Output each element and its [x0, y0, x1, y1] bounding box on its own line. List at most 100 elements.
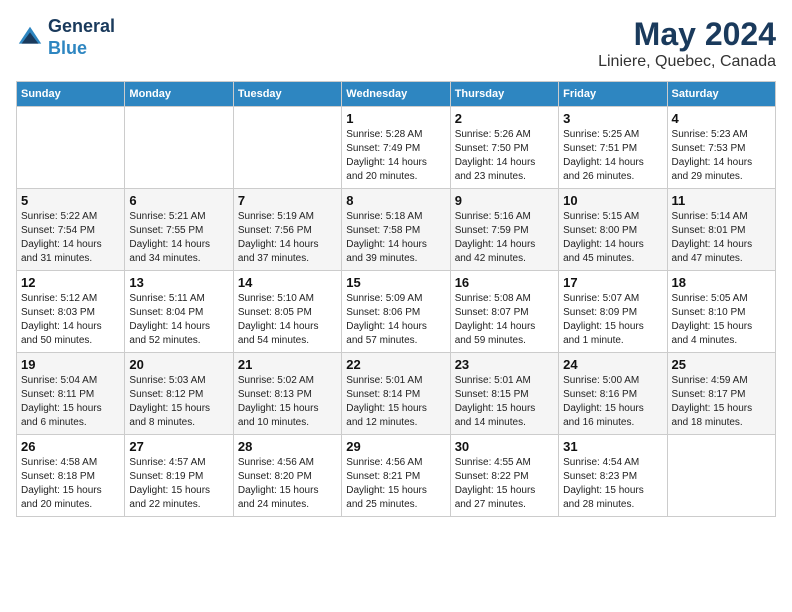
calendar-week-row: 26Sunrise: 4:58 AMSunset: 8:18 PMDayligh…	[17, 435, 776, 517]
calendar-table: SundayMondayTuesdayWednesdayThursdayFrid…	[16, 81, 776, 517]
calendar-cell: 8 Sunrise: 5:18 AMSunset: 7:58 PMDaylight…	[342, 189, 450, 271]
weekday-header-row: SundayMondayTuesdayWednesdayThursdayFrid…	[17, 82, 776, 107]
day-number: 26	[21, 439, 120, 454]
day-detail: Sunrise: 5:19 AMSunset: 7:56 PMDaylight:…	[238, 210, 337, 266]
day-number: 7	[238, 193, 337, 208]
calendar-cell: 15Sunrise: 5:09 AMSunset: 8:06 PMDayligh…	[342, 271, 450, 353]
calendar-cell: 24 Sunrise: 5:00 AMSunset: 8:16 PMDayligh…	[559, 353, 667, 435]
day-detail: Sunrise: 4:56 AMSunset: 8:20 PMDaylight:…	[238, 456, 337, 512]
calendar-cell: 12Sunrise: 5:12 AMSunset: 8:03 PMDayligh…	[17, 271, 125, 353]
calendar-cell: 22 Sunrise: 5:01 AMSunset: 8:14 PMDayligh…	[342, 353, 450, 435]
day-detail: Sunrise: 5:04 AMSunset: 8:11 PMDaylight:…	[21, 374, 120, 430]
day-number: 24	[563, 357, 662, 372]
day-detail: Sunrise: 5:22 AMSunset: 7:54 PMDaylight:…	[21, 210, 120, 266]
day-detail: Sunrise: 5:12 AMSunset: 8:03 PMDaylight:…	[21, 292, 120, 348]
day-detail: Sunrise: 5:05 AMSunset: 8:10 PMDaylight:…	[672, 292, 771, 348]
calendar-cell: 16Sunrise: 5:08 AMSunset: 8:07 PMDayligh…	[450, 271, 558, 353]
day-number: 23	[455, 357, 554, 372]
logo-icon	[16, 24, 44, 52]
calendar-cell	[125, 107, 233, 189]
calendar-week-row: 12Sunrise: 5:12 AMSunset: 8:03 PMDayligh…	[17, 271, 776, 353]
weekday-header-monday: Monday	[125, 82, 233, 107]
calendar-cell: 31 Sunrise: 4:54 AMSunset: 8:23 PMDayligh…	[559, 435, 667, 517]
day-number: 6	[129, 193, 228, 208]
day-number: 2	[455, 111, 554, 126]
day-number: 17	[563, 275, 662, 290]
calendar-cell: 29 Sunrise: 4:56 AMSunset: 8:21 PMDayligh…	[342, 435, 450, 517]
calendar-week-row: 19 Sunrise: 5:04 AMSunset: 8:11 PMDayligh…	[17, 353, 776, 435]
day-number: 27	[129, 439, 228, 454]
day-detail: Sunrise: 5:11 AMSunset: 8:04 PMDaylight:…	[129, 292, 228, 348]
calendar-subtitle: Liniere, Quebec, Canada	[598, 53, 776, 71]
page-header: General Blue May 2024 Liniere, Quebec, C…	[16, 16, 776, 71]
day-detail: Sunrise: 5:01 AMSunset: 8:14 PMDaylight:…	[346, 374, 445, 430]
day-number: 30	[455, 439, 554, 454]
day-number: 11	[672, 193, 771, 208]
day-detail: Sunrise: 5:28 AMSunset: 7:49 PMDaylight:…	[346, 128, 445, 184]
day-detail: Sunrise: 4:59 AMSunset: 8:17 PMDaylight:…	[672, 374, 771, 430]
day-number: 18	[672, 275, 771, 290]
day-number: 19	[21, 357, 120, 372]
day-number: 22	[346, 357, 445, 372]
day-number: 13	[129, 275, 228, 290]
day-detail: Sunrise: 4:57 AMSunset: 8:19 PMDaylight:…	[129, 456, 228, 512]
calendar-cell	[17, 107, 125, 189]
calendar-cell	[667, 435, 775, 517]
weekday-header-tuesday: Tuesday	[233, 82, 341, 107]
day-detail: Sunrise: 5:14 AMSunset: 8:01 PMDaylight:…	[672, 210, 771, 266]
day-number: 14	[238, 275, 337, 290]
calendar-cell: 23 Sunrise: 5:01 AMSunset: 8:15 PMDayligh…	[450, 353, 558, 435]
day-detail: Sunrise: 5:18 AMSunset: 7:58 PMDaylight:…	[346, 210, 445, 266]
calendar-cell: 14 Sunrise: 5:10 AMSunset: 8:05 PMDayligh…	[233, 271, 341, 353]
day-number: 31	[563, 439, 662, 454]
day-number: 4	[672, 111, 771, 126]
day-detail: Sunrise: 5:26 AMSunset: 7:50 PMDaylight:…	[455, 128, 554, 184]
day-detail: Sunrise: 5:10 AMSunset: 8:05 PMDaylight:…	[238, 292, 337, 348]
calendar-cell: 21Sunrise: 5:02 AMSunset: 8:13 PMDayligh…	[233, 353, 341, 435]
day-number: 21	[238, 357, 337, 372]
day-number: 9	[455, 193, 554, 208]
day-detail: Sunrise: 5:07 AMSunset: 8:09 PMDaylight:…	[563, 292, 662, 348]
calendar-cell: 25 Sunrise: 4:59 AMSunset: 8:17 PMDayligh…	[667, 353, 775, 435]
day-number: 1	[346, 111, 445, 126]
day-number: 20	[129, 357, 228, 372]
calendar-cell: 1 Sunrise: 5:28 AMSunset: 7:49 PMDaylight…	[342, 107, 450, 189]
weekday-header-wednesday: Wednesday	[342, 82, 450, 107]
calendar-title: May 2024	[598, 16, 776, 53]
calendar-week-row: 5Sunrise: 5:22 AMSunset: 7:54 PMDaylight…	[17, 189, 776, 271]
calendar-cell: 7 Sunrise: 5:19 AMSunset: 7:56 PMDaylight…	[233, 189, 341, 271]
calendar-cell: 13 Sunrise: 5:11 AMSunset: 8:04 PMDayligh…	[125, 271, 233, 353]
calendar-cell: 19 Sunrise: 5:04 AMSunset: 8:11 PMDayligh…	[17, 353, 125, 435]
weekday-header-thursday: Thursday	[450, 82, 558, 107]
day-number: 29	[346, 439, 445, 454]
calendar-cell: 5Sunrise: 5:22 AMSunset: 7:54 PMDaylight…	[17, 189, 125, 271]
calendar-cell: 9Sunrise: 5:16 AMSunset: 7:59 PMDaylight…	[450, 189, 558, 271]
day-detail: Sunrise: 4:56 AMSunset: 8:21 PMDaylight:…	[346, 456, 445, 512]
day-detail: Sunrise: 5:23 AMSunset: 7:53 PMDaylight:…	[672, 128, 771, 184]
day-detail: Sunrise: 4:55 AMSunset: 8:22 PMDaylight:…	[455, 456, 554, 512]
day-number: 16	[455, 275, 554, 290]
calendar-cell: 2 Sunrise: 5:26 AMSunset: 7:50 PMDaylight…	[450, 107, 558, 189]
title-block: May 2024 Liniere, Quebec, Canada	[598, 16, 776, 71]
calendar-cell: 3Sunrise: 5:25 AMSunset: 7:51 PMDaylight…	[559, 107, 667, 189]
calendar-cell: 11 Sunrise: 5:14 AMSunset: 8:01 PMDayligh…	[667, 189, 775, 271]
calendar-cell: 18 Sunrise: 5:05 AMSunset: 8:10 PMDayligh…	[667, 271, 775, 353]
day-detail: Sunrise: 5:15 AMSunset: 8:00 PMDaylight:…	[563, 210, 662, 266]
calendar-cell: 27 Sunrise: 4:57 AMSunset: 8:19 PMDayligh…	[125, 435, 233, 517]
day-detail: Sunrise: 4:54 AMSunset: 8:23 PMDaylight:…	[563, 456, 662, 512]
calendar-cell: 4 Sunrise: 5:23 AMSunset: 7:53 PMDaylight…	[667, 107, 775, 189]
day-detail: Sunrise: 5:00 AMSunset: 8:16 PMDaylight:…	[563, 374, 662, 430]
weekday-header-friday: Friday	[559, 82, 667, 107]
day-number: 8	[346, 193, 445, 208]
calendar-cell: 20Sunrise: 5:03 AMSunset: 8:12 PMDayligh…	[125, 353, 233, 435]
logo-text: General Blue	[48, 16, 115, 59]
day-number: 15	[346, 275, 445, 290]
calendar-cell	[233, 107, 341, 189]
day-detail: Sunrise: 5:25 AMSunset: 7:51 PMDaylight:…	[563, 128, 662, 184]
day-number: 28	[238, 439, 337, 454]
day-number: 25	[672, 357, 771, 372]
calendar-cell: 6 Sunrise: 5:21 AMSunset: 7:55 PMDaylight…	[125, 189, 233, 271]
day-detail: Sunrise: 5:01 AMSunset: 8:15 PMDaylight:…	[455, 374, 554, 430]
calendar-cell: 10Sunrise: 5:15 AMSunset: 8:00 PMDayligh…	[559, 189, 667, 271]
day-detail: Sunrise: 5:21 AMSunset: 7:55 PMDaylight:…	[129, 210, 228, 266]
